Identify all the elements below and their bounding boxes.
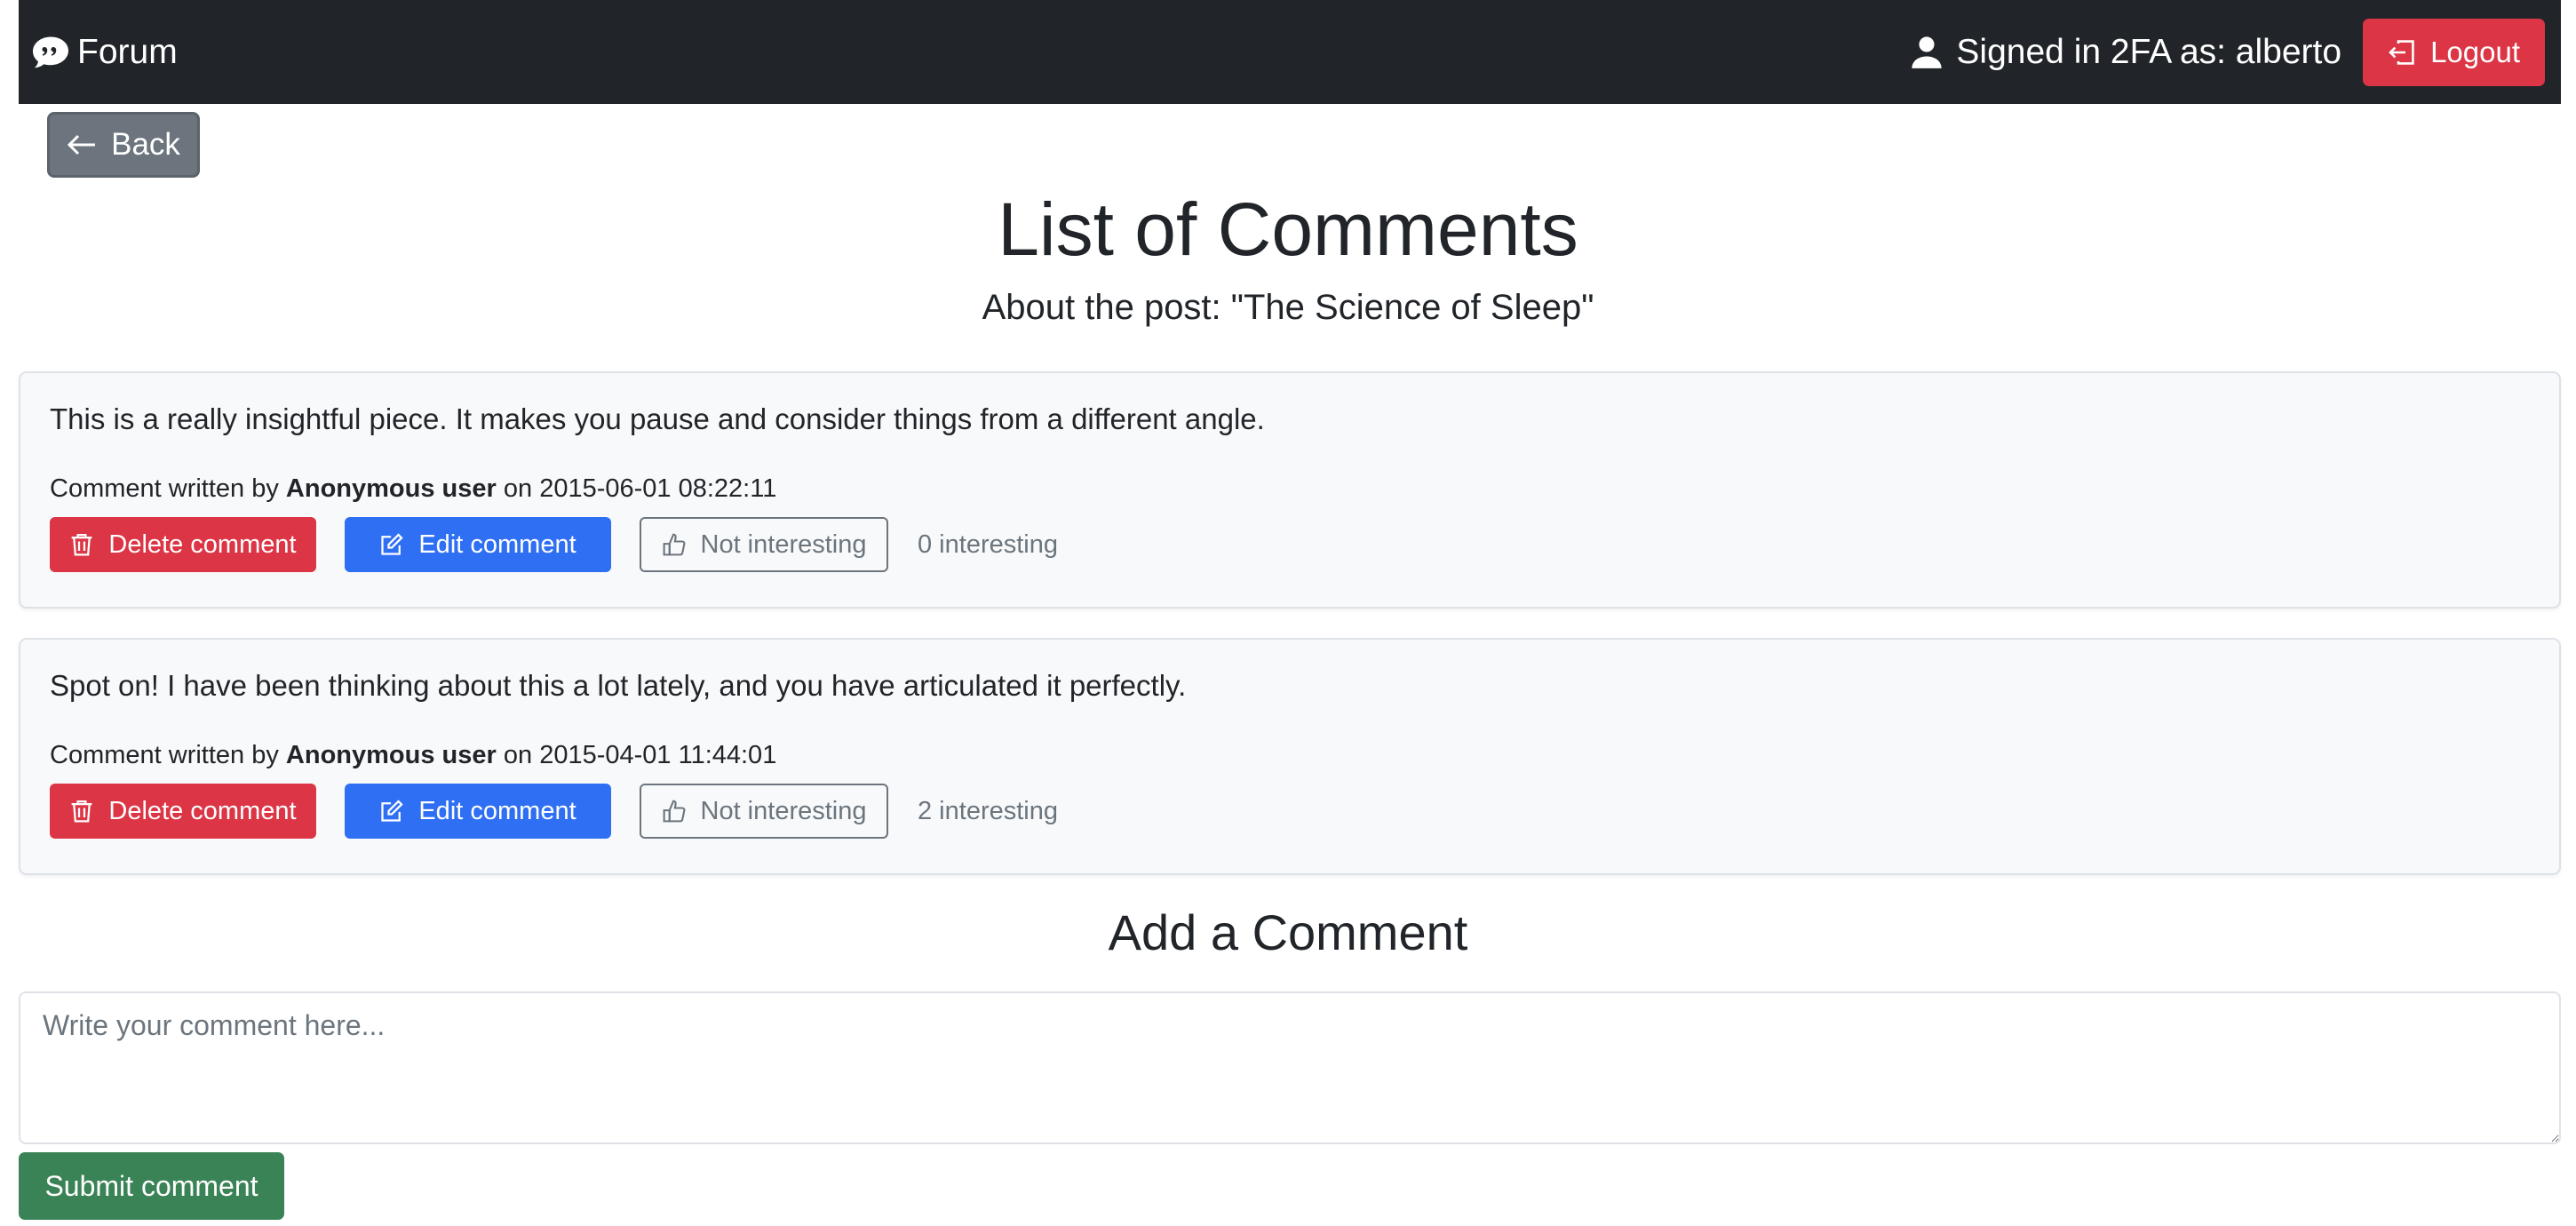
- comment-meta: Comment written by Anonymous user on 201…: [50, 737, 776, 773]
- trash-icon: [72, 534, 92, 556]
- not-interesting-button[interactable]: Not interesting: [640, 517, 888, 572]
- not-interesting-button[interactable]: Not interesting: [640, 784, 888, 839]
- edit-comment-label: Edit comment: [418, 796, 576, 825]
- page-subtitle: About the post: "The Science of Sleep": [982, 288, 1594, 327]
- navbar: Forum Signed in 2FA as: alberto Logout: [19, 0, 2561, 104]
- comment-actions: Delete comment Edit comment Not interest…: [50, 784, 1058, 839]
- hand-thumbs-up-icon: [663, 533, 685, 556]
- comment-meta-prefix: Comment written by: [50, 741, 279, 769]
- page-title: List of Comments: [998, 187, 1578, 271]
- edit-comment-label: Edit comment: [418, 529, 576, 559]
- hand-thumbs-up-icon: [663, 800, 685, 823]
- edit-comment-button[interactable]: Edit comment: [345, 517, 611, 572]
- comment-meta-on: on: [503, 474, 533, 503]
- comment-text: This is a really insightful piece. It ma…: [50, 402, 1265, 435]
- comment-actions: Delete comment Edit comment Not interest…: [50, 517, 1058, 572]
- navbar-right: Signed in 2FA as: alberto Logout: [1910, 18, 2545, 86]
- delete-comment-label: Delete comment: [108, 796, 297, 825]
- trash-icon: [72, 800, 92, 823]
- back-label: Back: [111, 127, 180, 162]
- comment-text: Spot on! I have been thinking about this…: [50, 669, 1187, 702]
- comment-author: Anonymous user: [285, 474, 497, 503]
- comment-meta-prefix: Comment written by: [50, 474, 279, 503]
- pencil-square-icon: [381, 800, 403, 822]
- brand-link[interactable]: Forum: [33, 33, 178, 72]
- pencil-square-icon: [381, 533, 403, 555]
- comment-input[interactable]: [19, 991, 2561, 1144]
- interesting-count: 2 interesting: [918, 796, 1058, 825]
- comment-card: Spot on! I have been thinking about this…: [19, 638, 2561, 875]
- user-status-label: Signed in 2FA as: alberto: [1956, 32, 2342, 71]
- not-interesting-label: Not interesting: [700, 529, 867, 559]
- not-interesting-label: Not interesting: [700, 796, 867, 825]
- user-status: Signed in 2FA as: alberto: [1910, 33, 2341, 72]
- chat-quote-icon: [33, 36, 68, 68]
- arrow-left-icon: [67, 134, 96, 155]
- person-icon: [1912, 36, 1943, 68]
- submit-comment-button[interactable]: Submit comment: [19, 1152, 284, 1220]
- comment-author: Anonymous user: [285, 741, 497, 769]
- comment-card: This is a really insightful piece. It ma…: [19, 371, 2561, 609]
- submit-comment-label: Submit comment: [44, 1169, 258, 1202]
- delete-comment-button[interactable]: Delete comment: [50, 784, 316, 839]
- logout-button[interactable]: Logout: [2363, 18, 2545, 86]
- logout-label: Logout: [2430, 35, 2520, 68]
- delete-comment-label: Delete comment: [108, 529, 297, 559]
- interesting-count: 0 interesting: [918, 529, 1058, 559]
- edit-comment-button[interactable]: Edit comment: [345, 784, 611, 839]
- delete-comment-button[interactable]: Delete comment: [50, 517, 316, 572]
- comment-date: 2015-06-01 08:22:11: [539, 474, 777, 503]
- back-button[interactable]: Back: [47, 112, 200, 178]
- comment-date: 2015-04-01 11:44:01: [539, 741, 777, 769]
- brand-label: Forum: [77, 32, 178, 71]
- box-arrow-left-icon: [2389, 39, 2414, 65]
- comment-meta-on: on: [503, 741, 533, 769]
- comment-meta: Comment written by Anonymous user on 201…: [50, 471, 776, 506]
- add-comment-title: Add a Comment: [1108, 904, 1468, 960]
